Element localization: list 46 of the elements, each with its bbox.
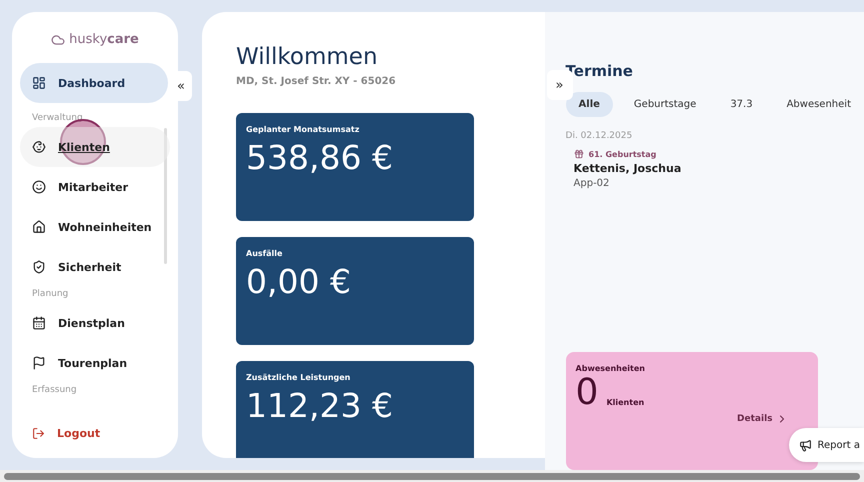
nav-item[interactable]: Mitarbeiter <box>20 167 170 207</box>
flag-icon <box>32 356 46 370</box>
logout-button[interactable]: Logout <box>20 427 170 440</box>
shield-icon <box>32 260 46 274</box>
nav-item[interactable]: Wohneinheiten <box>20 207 170 247</box>
house-icon <box>32 220 46 234</box>
card-value: 112,23 € <box>246 386 394 425</box>
card-value: 0,00 € <box>246 262 352 301</box>
logo-icon <box>51 32 66 46</box>
scrollbar[interactable] <box>164 128 167 264</box>
nav-item[interactable]: Dienstplan <box>20 303 170 343</box>
page-title: Willkommen <box>236 44 379 70</box>
gift-icon <box>574 149 584 159</box>
nav-item[interactable]: Dashboard <box>20 63 168 103</box>
face-icon <box>32 180 46 194</box>
logout-icon <box>32 427 45 440</box>
card-label: Zusätzliche Leistungen <box>246 373 352 382</box>
horizontal-scrollbar[interactable] <box>0 470 864 482</box>
count-unit: Klienten <box>606 398 644 407</box>
address: MD, St. Josef Str. XY - 65026 <box>236 76 396 87</box>
card-title: Abwesenheiten <box>576 364 646 373</box>
section-title: Planung <box>31 288 70 301</box>
report-button[interactable]: Report a <box>788 428 864 462</box>
logo-text: huskycare <box>69 32 139 47</box>
nav-item[interactable]: Klienten <box>20 127 170 167</box>
megaphone-icon <box>798 438 812 452</box>
filter-tab[interactable]: Alle <box>566 92 613 117</box>
unit-label: App-02 <box>574 178 610 189</box>
absence-count: 0 <box>576 373 598 413</box>
card-label: Ausfälle <box>246 249 284 258</box>
client-name: Kettenis, Joschua <box>574 162 682 175</box>
nav-item[interactable]: Sicherheit <box>20 247 170 287</box>
chart-icon <box>32 76 46 90</box>
calendar-icon <box>32 316 46 330</box>
nav-item[interactable]: Tourenplan <box>20 343 170 383</box>
filter-tab[interactable]: Geburtstage <box>620 92 710 117</box>
date-heading: Di. 02.12.2025 <box>566 131 634 141</box>
details-link[interactable]: Details <box>737 413 788 425</box>
section-title: Erfassung <box>31 384 78 397</box>
filter-tab[interactable]: 37.3 <box>717 92 766 117</box>
filter-tab[interactable]: Abwesenheit <box>774 92 864 117</box>
card-label: Geplanter Monatsumsatz <box>246 125 360 134</box>
section-title: Verwaltung <box>31 112 84 125</box>
baby-icon <box>32 140 46 154</box>
card-value: 538,86 € <box>246 138 394 177</box>
entry-tag: 61. Geburtstag <box>588 150 656 158</box>
